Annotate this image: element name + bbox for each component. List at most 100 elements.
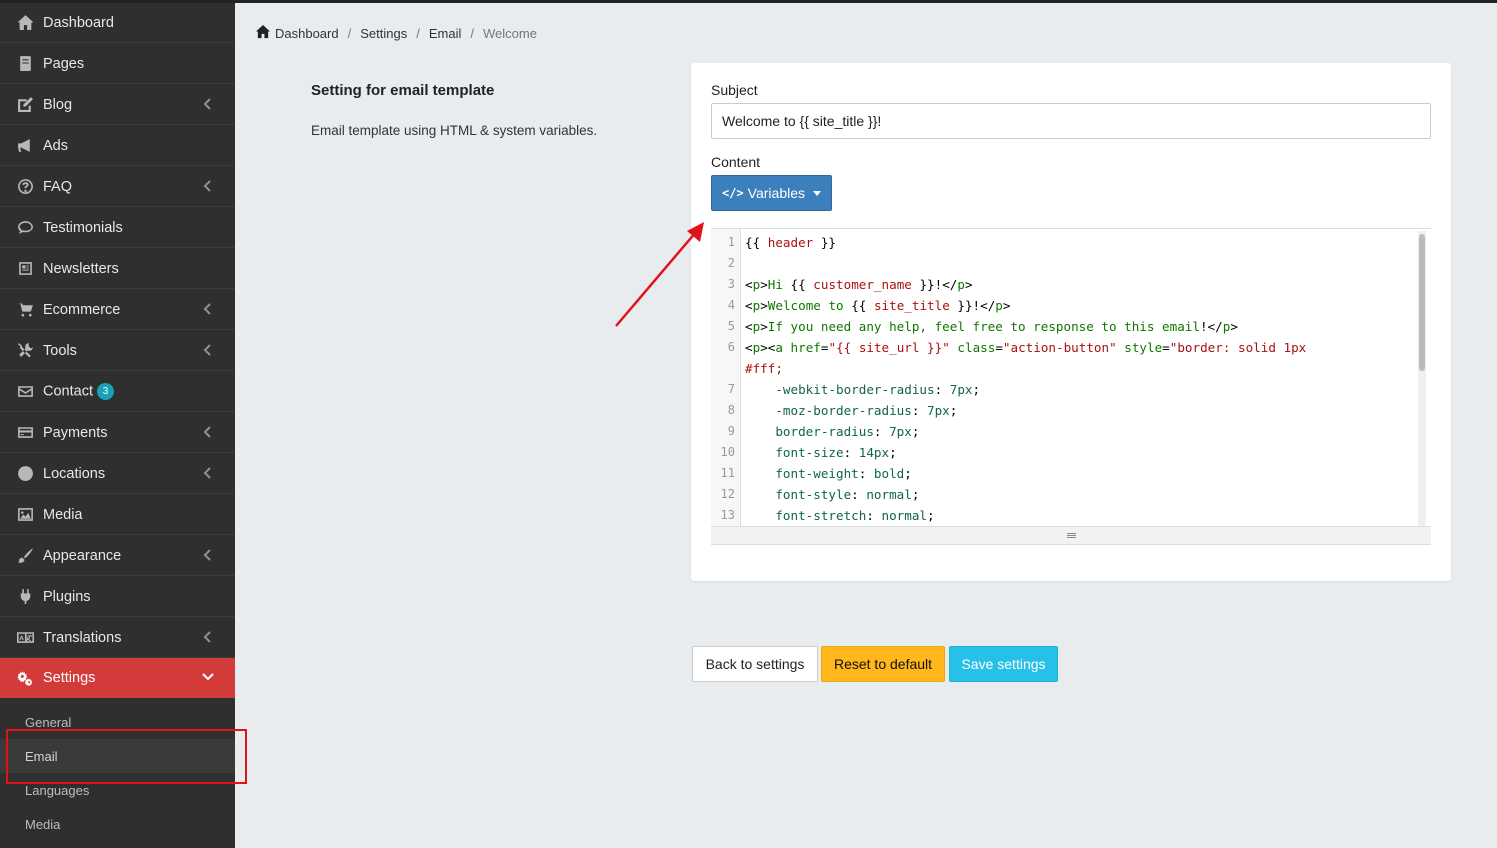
breadcrumb-separator: / [470, 25, 474, 41]
code-line: 9 border-radius: 7px; [727, 424, 920, 439]
grip-icon [1066, 533, 1076, 538]
variables-dropdown-button[interactable]: </> Variables [711, 175, 832, 211]
brush-icon [16, 547, 34, 565]
email-highlight-annotation [6, 729, 247, 784]
chevron-left-icon [201, 343, 215, 357]
sidebar-item-plugins[interactable]: Plugins [0, 577, 235, 617]
sidebar-item-ads[interactable]: Ads [0, 126, 235, 166]
envelope-icon [16, 383, 34, 401]
variables-button-label: Variables [747, 185, 805, 201]
plug-icon [16, 588, 34, 606]
sidebar-item-label: Plugins [43, 588, 91, 605]
sidebar-item-translations[interactable]: Translations [0, 618, 235, 658]
code-line: 12 font-style: normal; [720, 487, 920, 502]
editor-resize-handle[interactable] [711, 526, 1431, 545]
bullhorn-icon [16, 137, 34, 155]
image-icon [16, 506, 34, 524]
breadcrumb-settings[interactable]: Settings [360, 26, 407, 41]
sidebar-item-appearance[interactable]: Appearance [0, 536, 235, 576]
chevron-left-icon [201, 302, 215, 316]
sidebar-item-label: Contact 3 [43, 383, 114, 400]
sidebar-item-ecommerce[interactable]: Ecommerce [0, 290, 235, 330]
language-icon [16, 629, 34, 647]
sidebar-item-label: Appearance [43, 547, 122, 564]
breadcrumb-separator: / [416, 25, 420, 41]
subject-label: Subject [711, 82, 758, 98]
edit-icon [16, 96, 34, 114]
sidebar-item-label: Translations [43, 629, 122, 646]
reset-to-default-button[interactable]: Reset to default [821, 646, 945, 682]
sidebar-item-payments[interactable]: Payments [0, 413, 235, 453]
settings-sub-media[interactable]: Media [0, 807, 235, 841]
subject-input[interactable] [711, 103, 1431, 139]
sidebar-item-label: Ads [43, 137, 68, 154]
sidebar-item-pages[interactable]: Pages [0, 44, 235, 84]
section-title: Setting for email template [311, 82, 495, 99]
chevron-down-icon [201, 670, 215, 684]
code-line: 11 font-weight: bold; [720, 466, 912, 481]
editor-scroll-thumb[interactable] [1419, 234, 1425, 371]
chevron-left-icon [201, 179, 215, 193]
comment-icon [16, 219, 34, 237]
sidebar-item-label: Testimonials [43, 219, 123, 236]
sidebar-item-settings[interactable]: Settings [0, 658, 235, 698]
sidebar-item-dashboard[interactable]: Dashboard [0, 3, 235, 43]
sidebar-item-tools[interactable]: Tools [0, 331, 235, 371]
sidebar-item-label: Ecommerce [43, 301, 121, 318]
sidebar-item-newsletters[interactable]: Newsletters [0, 249, 235, 289]
sidebar-item-label: Tools [43, 342, 77, 359]
newspaper-icon [16, 260, 34, 278]
sidebar-item-label: Blog [43, 96, 73, 113]
breadcrumb-email[interactable]: Email [429, 26, 462, 41]
sidebar-item-testimonials[interactable]: Testimonials [0, 208, 235, 248]
sidebar-item-blog[interactable]: Blog [0, 85, 235, 125]
code-line: 10 font-size: 14px; [720, 445, 897, 460]
code-line: 4 <p>Welcome to {{ site_title }}!</p> [727, 298, 1011, 313]
content-label: Content [711, 154, 761, 170]
chevron-left-icon [201, 466, 215, 480]
contact-count-badge: 3 [96, 383, 114, 400]
cogs-icon [16, 669, 34, 687]
sidebar-item-media[interactable]: Media [0, 495, 235, 535]
breadcrumb-welcome: Welcome [482, 25, 537, 41]
sidebar-item-faq[interactable]: FAQ [0, 167, 235, 207]
code-line: 2 [727, 256, 735, 270]
sidebar-item-locations[interactable]: Locations [0, 454, 235, 494]
save-settings-button[interactable]: Save settings [949, 646, 1058, 682]
sidebar-item-label: Settings [43, 670, 96, 686]
code-line: 5 <p>If you need any help, feel free to r… [727, 319, 1238, 334]
sidebar-item-contact[interactable]: Contact 3 [0, 372, 235, 412]
code-line: 1{{ header }} [727, 235, 836, 250]
sidebar-item-label: Newsletters [43, 260, 119, 277]
tools-icon [16, 342, 34, 360]
sidebar-item-label: Media [43, 506, 83, 523]
code-editor[interactable]: 1{{ header }} 2 3 <p>Hi {{ customer_name … [711, 228, 1431, 526]
code-line: 13 font-stretch: normal; [720, 508, 935, 523]
home-icon [16, 14, 34, 32]
chevron-left-icon [201, 97, 215, 111]
pages-icon [16, 55, 34, 73]
caret-down-icon [813, 190, 821, 196]
code-icon: </> [721, 186, 744, 200]
home-icon [255, 24, 275, 42]
breadcrumb-dashboard[interactable]: Dashboard [275, 26, 339, 41]
sidebar-item-label: FAQ [43, 178, 73, 195]
chevron-left-icon [201, 548, 215, 562]
breadcrumb: Dashboard / Settings / Email / Welcome [255, 24, 537, 42]
chevron-left-icon [201, 425, 215, 439]
code-line: 6 <p><a href="{{ site_url }}" class="acti… [727, 340, 1307, 355]
sidebar: Dashboard Pages Blog Ads FAQ Testimonial… [0, 0, 235, 848]
back-to-settings-button[interactable]: Back to settings [692, 646, 818, 682]
cart-icon [16, 301, 34, 319]
code-line: 7 -webkit-border-radius: 7px; [727, 382, 981, 397]
sidebar-item-label: Payments [43, 424, 108, 441]
email-template-card: Subject Content </> Variables 1{{ header… [691, 63, 1451, 581]
top-border [0, 0, 1497, 3]
code-line: 3 <p>Hi {{ customer_name }}!</p> [727, 277, 973, 292]
breadcrumb-separator: / [347, 25, 352, 41]
code-line: #fff; [745, 361, 783, 376]
code-line: 8 -moz-border-radius: 7px; [727, 403, 958, 418]
sidebar-item-label: Locations [43, 465, 106, 482]
question-icon [16, 178, 34, 196]
section-description: Email template using HTML & system varia… [311, 123, 598, 138]
